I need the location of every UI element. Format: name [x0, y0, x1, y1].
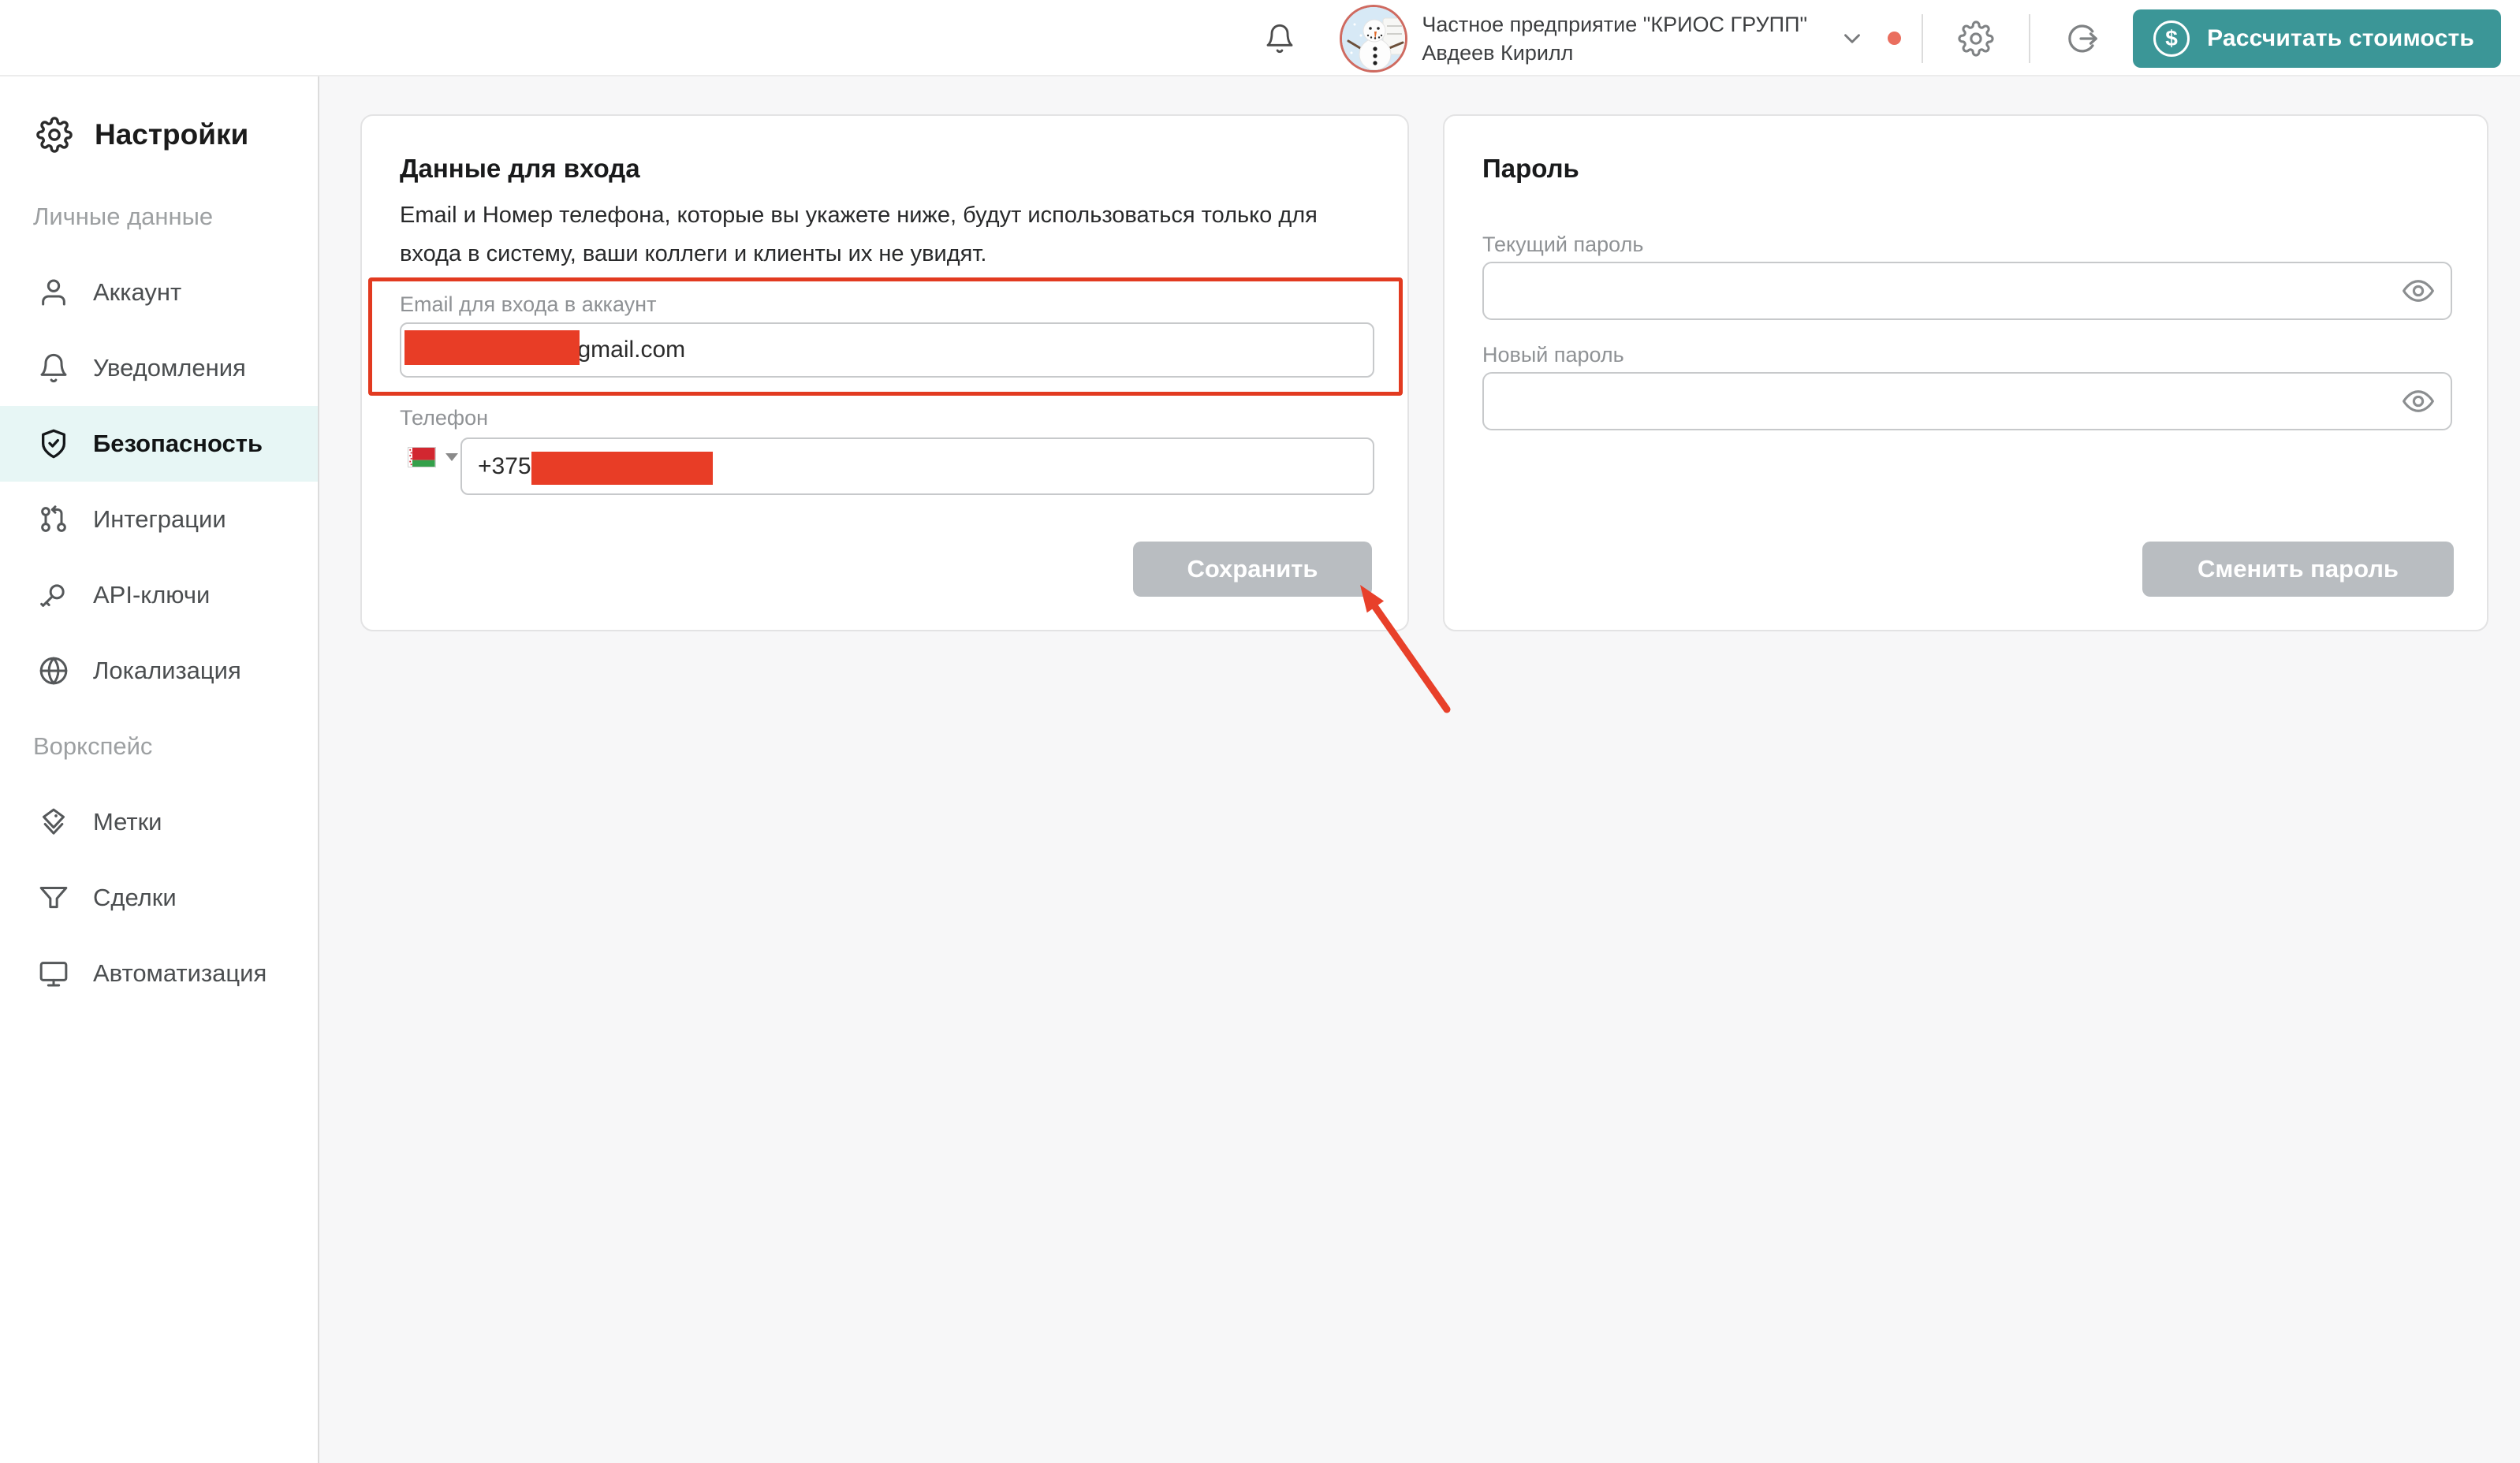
- sidebar-item-tags[interactable]: Метки: [0, 784, 318, 860]
- flag-caret-icon: [445, 453, 458, 461]
- email-input[interactable]: y@gmail.com: [400, 322, 1374, 378]
- topbar: Частное предприятие "КРИОС ГРУПП" Авдеев…: [0, 0, 2520, 76]
- sidebar-item-label: API-ключи: [93, 581, 211, 609]
- sidebar-item-automation[interactable]: Автоматизация: [0, 936, 318, 1011]
- tags-icon: [43, 808, 65, 835]
- monitor-icon: [39, 962, 68, 987]
- sidebar-item-deals[interactable]: Сделки: [0, 860, 318, 936]
- settings-sidebar: Настройки Личные данные Аккаунт Уведомле…: [0, 76, 319, 1463]
- logout-icon[interactable]: [2063, 20, 2100, 57]
- belarus-flag-icon: [408, 447, 436, 467]
- section-personal-data: Личные данные: [33, 203, 214, 230]
- calculate-cost-label: Рассчитать стоимость: [2207, 24, 2474, 51]
- company-name: Частное предприятие "КРИОС ГРУПП": [1422, 12, 1808, 36]
- globe-icon: [39, 657, 68, 685]
- sidebar-title: Настройки: [0, 97, 318, 173]
- sidebar-item-label: Интеграции: [93, 505, 226, 533]
- funnel-icon: [39, 887, 68, 909]
- circled-dollar-icon: $: [2153, 20, 2190, 57]
- sidebar-item-account[interactable]: Аккаунт: [0, 255, 318, 330]
- user-icon: [42, 279, 65, 306]
- password-card-title: Пароль: [1482, 154, 1579, 183]
- sidebar-item-label: Сделки: [93, 884, 177, 911]
- sidebar-item-integrations[interactable]: Интеграции: [0, 482, 318, 557]
- user-name: Авдеев Кирилл: [1422, 40, 1574, 65]
- account-identity[interactable]: Частное предприятие "КРИОС ГРУПП" Авдеев…: [1422, 11, 1807, 66]
- eye-icon[interactable]: [2402, 274, 2435, 307]
- sidebar-item-label: Метки: [93, 808, 162, 836]
- sidebar-item-notifications[interactable]: Уведомления: [0, 330, 318, 406]
- new-password-field: [1482, 372, 2452, 430]
- git-branch-icon: [41, 505, 66, 532]
- notifications-bell-icon[interactable]: [1264, 21, 1295, 56]
- new-password-input[interactable]: [1500, 378, 2388, 424]
- phone-label: Телефон: [400, 406, 489, 430]
- section-workspace: Воркспейс: [33, 732, 153, 760]
- settings-gear-icon[interactable]: [1958, 20, 1994, 57]
- sidebar-title-label: Настройки: [95, 118, 249, 151]
- phone-input[interactable]: +375 (: [460, 437, 1374, 495]
- login-data-card: Данные для входа Email и Номер телефона,…: [360, 114, 1409, 631]
- sidebar-item-localization[interactable]: Локализация: [0, 633, 318, 709]
- sidebar-item-label: Автоматизация: [93, 959, 267, 987]
- sidebar-item-label: Локализация: [93, 657, 241, 684]
- eye-icon[interactable]: [2402, 385, 2435, 418]
- divider: [2029, 13, 2031, 63]
- phone-redaction-block: [531, 452, 713, 485]
- bell-icon: [40, 353, 67, 383]
- chevron-down-icon[interactable]: [1839, 25, 1866, 52]
- email-redaction-block: [404, 330, 580, 365]
- current-password-label: Текущий пароль: [1482, 233, 1644, 256]
- new-password-label: Новый пароль: [1482, 343, 1624, 367]
- phone-country-selector[interactable]: [408, 447, 458, 467]
- calculate-cost-button[interactable]: $ Рассчитать стоимость: [2133, 9, 2501, 68]
- gear-icon: [36, 117, 73, 153]
- sidebar-item-api-keys[interactable]: API-ключи: [0, 557, 318, 633]
- sidebar-item-label: Уведомления: [93, 354, 246, 382]
- shield-check-icon: [42, 429, 66, 459]
- save-button[interactable]: Сохранить: [1133, 542, 1372, 597]
- password-card: Пароль Текущий пароль Новый пароль Смени…: [1443, 114, 2488, 631]
- change-password-button[interactable]: Сменить пароль: [2142, 542, 2454, 597]
- key-icon: [40, 584, 65, 607]
- avatar[interactable]: [1340, 4, 1408, 73]
- login-card-description: Email и Номер телефона, которые вы укаже…: [400, 203, 1318, 266]
- sidebar-item-label: Аккаунт: [93, 278, 182, 306]
- divider: [1922, 13, 1924, 63]
- sidebar-item-label: Безопасность: [93, 430, 263, 457]
- login-card-title: Данные для входа: [400, 154, 640, 183]
- current-password-field: [1482, 262, 2452, 320]
- sidebar-item-security[interactable]: Безопасность: [0, 406, 318, 482]
- current-password-input[interactable]: [1500, 268, 2388, 314]
- email-label: Email для входа в аккаунт: [400, 292, 657, 316]
- status-dot: [1888, 32, 1902, 45]
